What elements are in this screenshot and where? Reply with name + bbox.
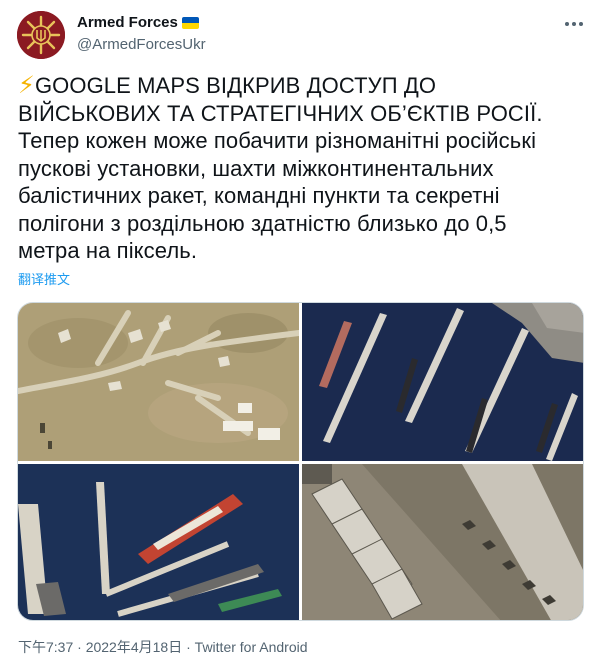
tweet-metadata: 下午7:37 · 2022年4月18日 · Twitter for Androi… bbox=[18, 637, 308, 657]
media-image-airfield[interactable] bbox=[18, 303, 299, 461]
avatar[interactable] bbox=[17, 11, 65, 59]
body-line: Тепер кожен може побачити різноманітні р… bbox=[18, 128, 537, 153]
timestamp-time[interactable]: 下午7:37 bbox=[18, 639, 73, 655]
headline-line: ⚡GOOGLE MAPS ВІДКРИВ ДОСТУП ДО bbox=[18, 72, 588, 100]
body-line: балістичних ракет, командні пункти та се… bbox=[18, 183, 500, 208]
headline-text-1: GOOGLE MAPS ВІДКРИВ ДОСТУП ДО bbox=[34, 73, 437, 98]
tweet-source[interactable]: Twitter for Android bbox=[195, 639, 308, 655]
media-image-submarines[interactable] bbox=[302, 303, 583, 461]
emblem-icon bbox=[17, 11, 65, 59]
meta-separator: · bbox=[186, 639, 191, 655]
body-line: пускові установки, шахти міжконтиненталь… bbox=[18, 155, 494, 181]
tweet-text: ⚡GOOGLE MAPS ВІДКРИВ ДОСТУП ДО ВІЙСЬКОВИ… bbox=[18, 72, 588, 265]
translate-tweet-link[interactable]: 翻译推文 bbox=[18, 271, 70, 289]
media-image-warships[interactable] bbox=[18, 464, 299, 620]
display-name[interactable]: Armed Forces bbox=[77, 13, 206, 33]
lightning-icon: ⚡ bbox=[18, 72, 35, 99]
media-grid bbox=[17, 302, 584, 621]
tweet: Armed Forces @ArmedForcesUkr ⚡GOOGLE MAP… bbox=[0, 0, 601, 670]
ukraine-flag-icon bbox=[181, 17, 199, 29]
author-block[interactable]: Armed Forces @ArmedForcesUkr bbox=[77, 13, 206, 55]
meta-separator: · bbox=[77, 639, 82, 655]
body-line: полігони з роздільною здатністю близько … bbox=[18, 210, 507, 236]
timestamp-date[interactable]: 2022年4月18日 bbox=[86, 639, 183, 655]
more-options-icon[interactable] bbox=[560, 14, 588, 34]
headline-line: ВІЙСЬКОВИХ ТА СТРАТЕГІЧНИХ ОБ’ЄКТІВ РОСІ… bbox=[18, 100, 543, 126]
display-name-text: Armed Forces bbox=[77, 14, 178, 31]
handle[interactable]: @ArmedForcesUkr bbox=[77, 35, 206, 55]
media-image-hangars[interactable] bbox=[302, 464, 583, 620]
body-line: метра на піксель. bbox=[18, 238, 198, 263]
